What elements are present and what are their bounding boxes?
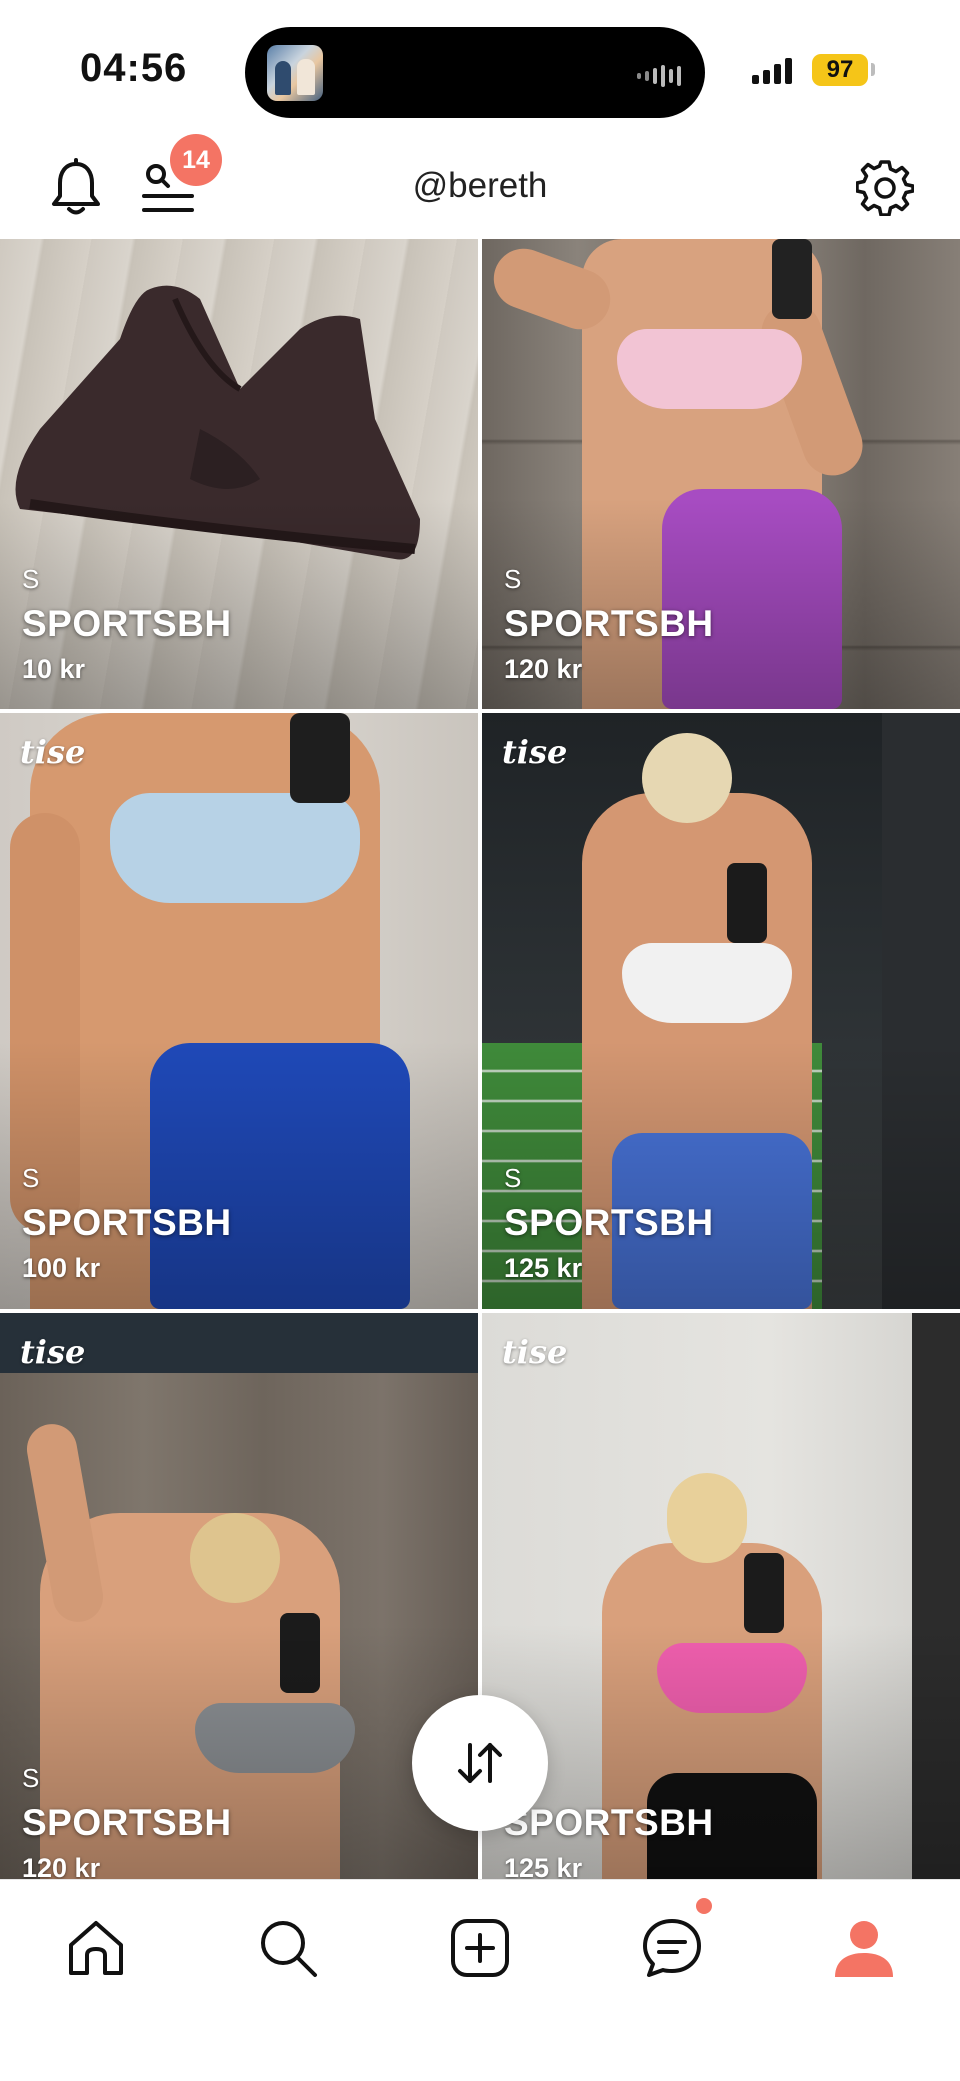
listing-card[interactable]: tise S SPORTSBH 120 kr xyxy=(0,1313,478,1879)
settings-gear-icon[interactable] xyxy=(856,158,914,216)
listing-title: SPORTSBH xyxy=(504,1802,714,1843)
nav-profile[interactable] xyxy=(824,1908,904,1988)
nav-home[interactable] xyxy=(56,1908,136,1988)
phone xyxy=(772,239,812,319)
listing-price: 100 kr xyxy=(22,1253,101,1283)
battery-tip xyxy=(871,63,875,76)
nav-messages[interactable] xyxy=(632,1908,712,1988)
sort-button[interactable] xyxy=(412,1695,548,1831)
listing-size: S xyxy=(504,1163,522,1193)
tise-watermark: tise xyxy=(502,1333,568,1371)
listing-card[interactable]: S SPORTSBH 10 kr xyxy=(0,239,478,709)
messages-icon xyxy=(643,1919,701,1977)
listing-title: SPORTSBH xyxy=(504,603,714,644)
dynamic-island[interactable] xyxy=(245,27,705,118)
phone xyxy=(290,713,350,803)
tise-watermark: tise xyxy=(502,733,568,771)
battery-indicator: 97 xyxy=(812,54,868,86)
listing-size: S xyxy=(22,1763,40,1793)
profile-username: @bereth xyxy=(412,166,548,205)
listing-price: 10 kr xyxy=(22,654,86,684)
listing-card[interactable]: tise SPORTSBH 125 kr xyxy=(482,1313,960,1879)
profile-header: 14 @bereth xyxy=(0,130,960,240)
bottom-navigation xyxy=(0,1879,960,2081)
listing-price: 125 kr xyxy=(504,1253,583,1283)
listing-size: S xyxy=(504,564,522,594)
nav-search[interactable] xyxy=(248,1908,328,1988)
listing-card[interactable]: S SPORTSBH 120 kr xyxy=(482,239,960,709)
listing-size: S xyxy=(22,1163,40,1193)
cellular-signal-icon xyxy=(752,56,792,84)
add-listing-icon xyxy=(451,1919,509,1977)
sort-arrows-icon xyxy=(458,1743,502,1783)
listing-card[interactable]: tise S SPORTSBH 100 kr xyxy=(0,713,478,1309)
tise-watermark: tise xyxy=(20,1333,86,1371)
listing-price: 120 kr xyxy=(22,1853,101,1879)
audio-wave-icon xyxy=(637,65,681,87)
phone xyxy=(744,1553,784,1633)
listing-price: 120 kr xyxy=(504,654,583,684)
listing-title: SPORTSBH xyxy=(22,1802,232,1843)
now-playing-thumbnail xyxy=(267,45,323,101)
profile-icon xyxy=(835,1921,893,1977)
home-icon xyxy=(69,1921,123,1975)
search-icon xyxy=(261,1921,317,1977)
messages-unread-dot xyxy=(696,1898,712,1914)
tise-watermark: tise xyxy=(20,733,86,771)
listing-title: SPORTSBH xyxy=(504,1202,714,1243)
listing-size: S xyxy=(22,564,40,594)
listings-grid: S SPORTSBH 10 kr S SPORTSBH 120 kr tise … xyxy=(0,239,960,1879)
listing-title: SPORTSBH xyxy=(22,603,232,644)
phone xyxy=(727,863,767,943)
status-time: 04:56 xyxy=(80,46,188,90)
status-bar: 04:56 97 xyxy=(0,0,960,130)
nav-create-listing[interactable] xyxy=(440,1908,520,1988)
listing-title: SPORTSBH xyxy=(22,1202,232,1243)
listing-price: 125 kr xyxy=(504,1853,583,1879)
listing-card[interactable]: tise S SPORTSBH 125 kr xyxy=(482,713,960,1309)
